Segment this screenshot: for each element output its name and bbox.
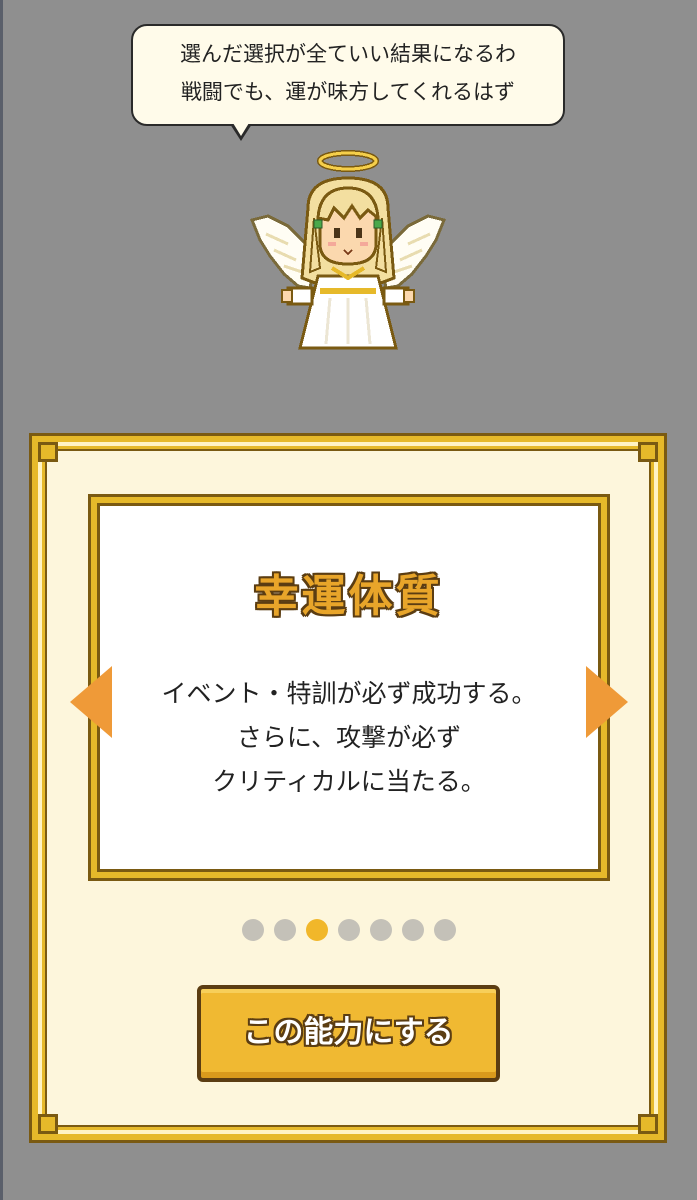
- angel-character: [249, 150, 447, 350]
- panel-corner-tr: [638, 442, 658, 462]
- arrow-left-icon[interactable]: [70, 666, 112, 738]
- speech-line-1: 選んだ選択が全ていい結果になるわ: [180, 42, 516, 66]
- speech-bubble-tail-fill: [233, 123, 249, 136]
- ability-description-line: クリティカルに当たる。: [212, 767, 486, 796]
- ability-description: イベント・特訓が必ず成功する。 さらに、攻撃が必ず クリティカルに当たる。: [91, 672, 607, 804]
- pagination-dot[interactable]: [434, 919, 456, 941]
- panel-corner-bl: [38, 1114, 58, 1134]
- speech-line-2: 戦闘でも、運が味方してくれるはず: [180, 80, 516, 104]
- ability-description-line: さらに、攻撃が必ず: [236, 723, 462, 752]
- panel-corner-tl: [38, 442, 58, 462]
- pagination-dot[interactable]: [338, 919, 360, 941]
- arrow-right-icon[interactable]: [586, 666, 628, 738]
- pagination-dot[interactable]: [306, 919, 328, 941]
- pagination-dot[interactable]: [274, 919, 296, 941]
- ability-description-line: イベント・特訓が必ず成功する。: [161, 679, 537, 708]
- pagination-dot[interactable]: [242, 919, 264, 941]
- choose-ability-button[interactable]: この能力にする: [197, 985, 500, 1082]
- pagination-dots: [242, 919, 456, 941]
- pagination-dot[interactable]: [402, 919, 424, 941]
- ability-title: 幸運体質: [254, 571, 443, 622]
- pagination-dot[interactable]: [370, 919, 392, 941]
- panel-corner-br: [638, 1114, 658, 1134]
- speech-bubble: 選んだ選択が全ていい結果になるわ 戦闘でも、運が味方してくれるはず: [131, 24, 565, 126]
